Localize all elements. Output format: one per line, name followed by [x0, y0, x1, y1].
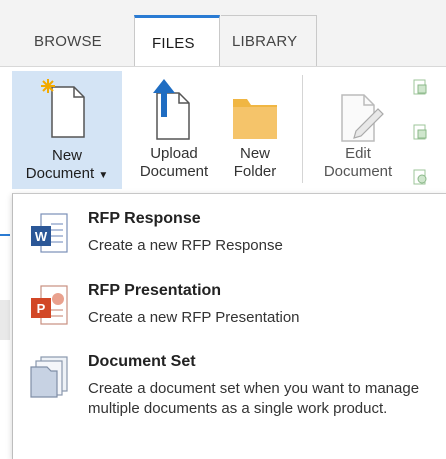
left-panel-stub	[0, 300, 10, 340]
word-doc-icon: W	[31, 213, 68, 253]
document-set-icon	[30, 356, 68, 398]
menu-item-description: Create a new RFP Presentation	[88, 309, 300, 326]
new-document-button[interactable]: New Document ▼	[12, 71, 122, 189]
edit-document-label-2: Document	[323, 163, 393, 180]
menu-item-document-set[interactable]: Document Set Create a document set when …	[13, 353, 446, 453]
new-folder-label-2: Folder	[233, 163, 277, 180]
new-document-label-1: New	[51, 147, 82, 164]
menu-item-rfp-presentation[interactable]: P RFP Presentation Create a new RFP Pres…	[13, 282, 446, 338]
check-in-icon[interactable]	[412, 124, 428, 140]
svg-text:P: P	[37, 301, 46, 316]
powerpoint-icon: P	[31, 285, 68, 325]
upload-icon	[153, 79, 190, 140]
menu-item-title: Document Set	[88, 353, 196, 370]
edit-document-label-1: Edit	[345, 145, 371, 162]
tab-library[interactable]: LIBRARY	[221, 15, 317, 66]
new-document-label-2: Document	[25, 165, 95, 182]
new-document-dropdown: W RFP Response Create a new RFP Response…	[12, 193, 446, 459]
menu-item-rfp-response[interactable]: W RFP Response Create a new RFP Response	[13, 210, 446, 266]
folder-icon	[233, 99, 277, 139]
left-accent-stub	[0, 234, 10, 236]
chevron-down-icon[interactable]: ▼	[98, 170, 108, 181]
tab-files-label: FILES	[152, 35, 195, 52]
ribbon-separator	[302, 75, 303, 183]
new-folder-label-1: New	[239, 145, 270, 162]
menu-item-description: Create a document set when you want to m…	[88, 380, 420, 417]
ribbon-commands: New Document ▼ Upload Document New Folde…	[0, 67, 446, 193]
tab-library-label: LIBRARY	[232, 33, 298, 50]
upload-document-label-2: Document	[139, 163, 209, 180]
new-document-icon	[41, 79, 85, 138]
edit-document-icon	[341, 94, 384, 142]
menu-item-title: RFP Presentation	[88, 282, 222, 299]
ribbon-tab-bar: BROWSE FILES LIBRARY	[0, 0, 446, 67]
menu-item-title: RFP Response	[88, 210, 201, 227]
tab-browse[interactable]: BROWSE	[34, 33, 102, 50]
svg-text:W: W	[35, 229, 48, 244]
upload-document-label-1: Upload	[150, 145, 198, 162]
tab-files[interactable]: FILES	[134, 15, 220, 66]
check-out-icon[interactable]	[412, 79, 428, 95]
discard-check-out-icon[interactable]	[412, 169, 428, 185]
menu-item-description: Create a new RFP Response	[88, 237, 283, 254]
